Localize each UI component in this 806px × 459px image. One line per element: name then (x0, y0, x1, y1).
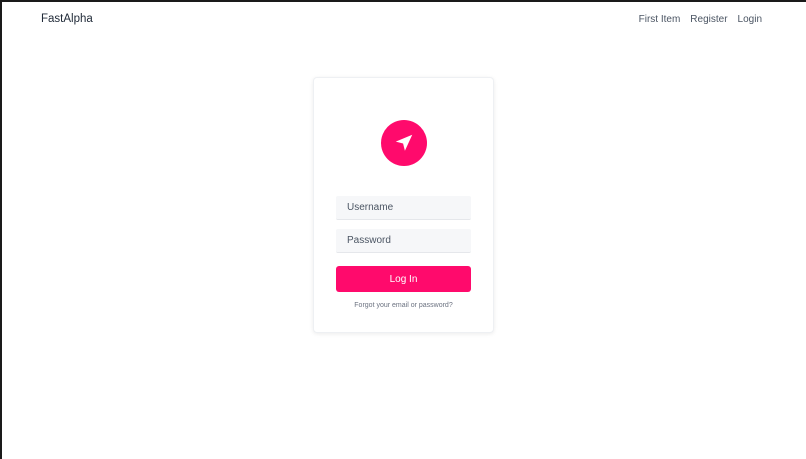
forgot-password-link[interactable]: Forgot your email or password? (314, 302, 493, 309)
nav-link-first-item[interactable]: First Item (639, 14, 681, 25)
password-input[interactable] (336, 229, 471, 253)
brand-logo-link[interactable]: FastAlpha (41, 13, 93, 25)
login-button[interactable]: Log In (336, 266, 471, 292)
login-card: Log In Forgot your email or password? (313, 77, 494, 333)
app-window: FastAlpha First Item Register Login Log … (0, 0, 806, 459)
nav-link-login[interactable]: Login (738, 14, 762, 25)
nav-link-register[interactable]: Register (690, 14, 727, 25)
top-navbar: FastAlpha First Item Register Login (2, 2, 806, 36)
app-logo (381, 120, 427, 166)
nav-links: First Item Register Login (639, 14, 762, 25)
navigation-arrow-icon (395, 134, 413, 151)
username-input[interactable] (336, 196, 471, 220)
